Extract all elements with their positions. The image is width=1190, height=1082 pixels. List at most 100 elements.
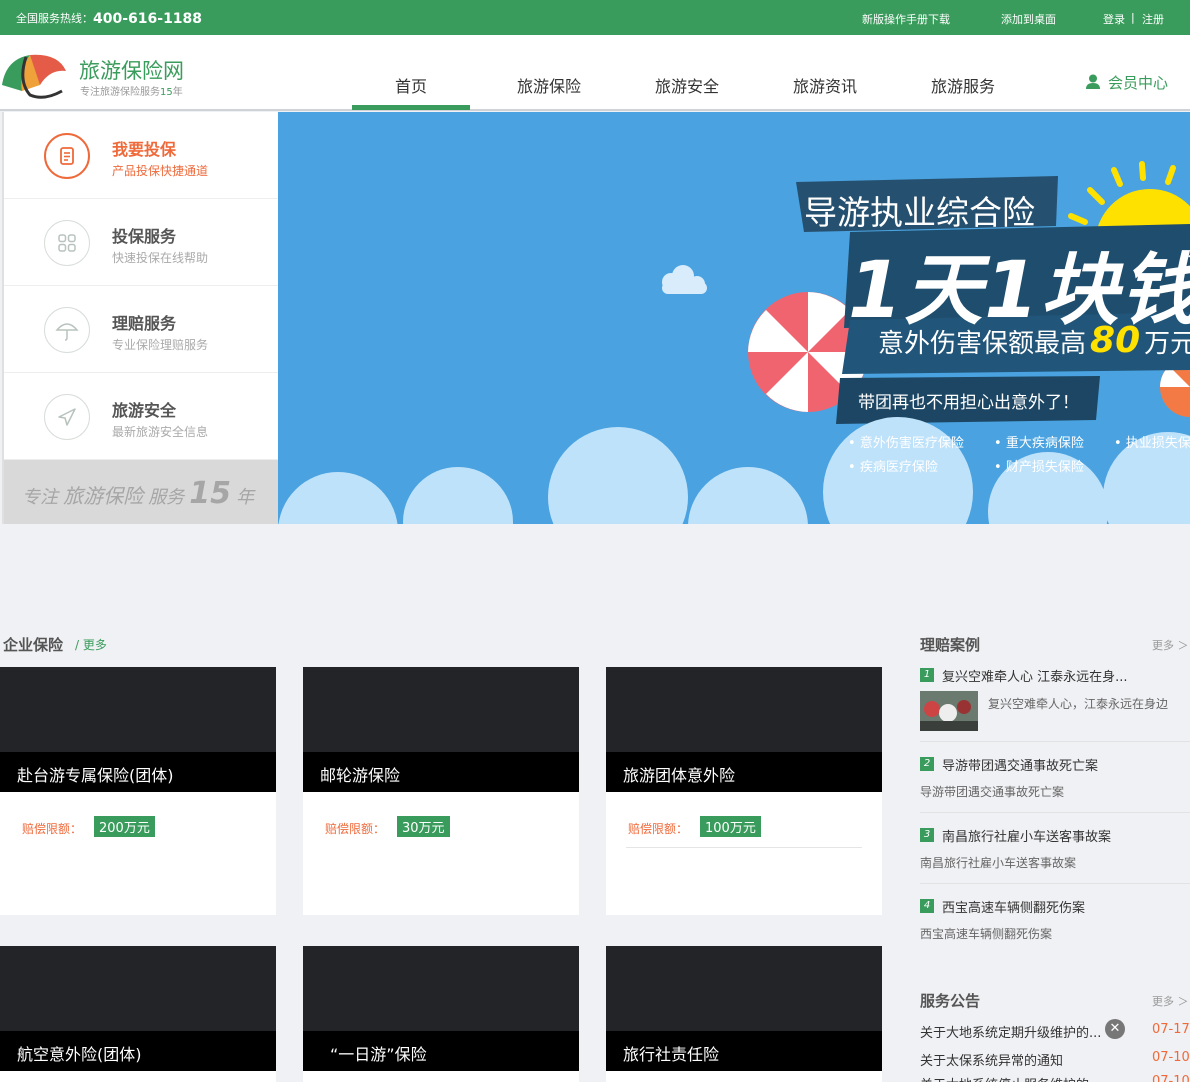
claim-case[interactable]: 3 南昌旅行社雇小车送客事故案 南昌旅行社雇小车送客事故案 <box>920 828 1190 884</box>
claim-desc: 复兴空难牵人心，江泰永远在身边 <box>988 697 1169 711</box>
nav-travel-safety[interactable]: 旅游安全 <box>655 73 719 97</box>
limit-value: 30万元 <box>397 816 450 837</box>
product-card[interactable]: 旅游团体意外险 赔偿限额： 100万元 <box>606 667 882 915</box>
slogan-part: 专注 <box>22 487 58 508</box>
hero-banner[interactable]: 导游执业综合险 1天1块钱 意外伤害保额最高 80 万元 带团再也不用担心出意外了！… <box>278 112 1190 524</box>
claim-case[interactable]: 1 复兴空难牵人心 江泰永远在身... 复兴空难牵人心，江泰永远在身边 <box>920 668 1190 742</box>
notice-item[interactable]: 关于大地系统定期升级维护的... <box>920 1022 1101 1041</box>
banner-ribbon: 带团再也不用担心出意外了！ <box>858 393 1079 413</box>
claims-section-title: 理赔案例 <box>920 636 981 654</box>
notice-item[interactable]: 关于太保系统异常的通知 <box>920 1050 1063 1069</box>
slogan-part: 旅游保险 <box>63 484 144 508</box>
umbrella-icon <box>44 307 90 353</box>
logo-sub-suffix: 年 <box>172 87 183 98</box>
close-icon[interactable]: ✕ <box>1105 1019 1125 1039</box>
claim-title[interactable]: 西宝高速车辆侧翻死伤案 <box>942 897 1085 916</box>
product-card[interactable]: 赴台游专属保险(团体) 赔偿限额： 200万元 <box>0 667 276 915</box>
sidebar-item-travel-safety[interactable]: 旅游安全 最新旅游安全信息 <box>4 373 280 460</box>
claim-case[interactable]: 2 导游带团遇交通事故死亡案 导游带团遇交通事故死亡案 <box>920 757 1190 813</box>
claim-case[interactable]: 4 西宝高速车辆侧翻死伤案 西宝高速车辆侧翻死伤案 <box>920 899 1190 949</box>
claims-more-link[interactable]: 更多 ＞ <box>1152 637 1189 653</box>
product-name[interactable]: “一日游”保险 <box>303 1031 579 1071</box>
banner-coverage: 意外伤害保额最高 80 万元 <box>878 320 1190 361</box>
claim-number: 2 <box>920 757 934 771</box>
nav-home[interactable]: 首页 <box>395 73 427 97</box>
sidebar-item-title: 旅游安全 <box>112 401 177 420</box>
hotline-label: 全国服务热线： <box>16 12 93 25</box>
nav-travel-insurance[interactable]: 旅游保险 <box>517 73 581 97</box>
slogan-part: 年 <box>236 487 255 508</box>
sidebar-item-subtitle: 最新旅游安全信息 <box>112 425 209 439</box>
limit-value: 200万元 <box>94 816 155 837</box>
product-card[interactable]: 旅行社责任险 <box>606 946 882 1082</box>
banner-bullet-text: 重大疾病保险 <box>1005 436 1084 451</box>
claim-number: 1 <box>920 668 934 682</box>
notices-section-title: 服务公告 <box>920 992 981 1010</box>
document-icon <box>44 133 90 179</box>
nav-travel-service[interactable]: 旅游服务 <box>931 73 995 97</box>
notice-date: 07-17 <box>1152 1022 1190 1037</box>
product-name[interactable]: 旅行社责任险 <box>606 1031 882 1071</box>
banner-bullet-text: 财产损失保险 <box>1005 460 1084 475</box>
enterprise-more-link[interactable]: / 更多 <box>75 636 107 653</box>
logo-umbrella-icon[interactable] <box>0 47 70 101</box>
slogan-number: 15 <box>189 476 232 511</box>
logo-sub-number: 15 <box>160 87 173 98</box>
sidebar-item-insurance-service[interactable]: 投保服务 快速投保在线帮助 <box>4 199 280 286</box>
nav-travel-news[interactable]: 旅游资讯 <box>793 73 857 97</box>
banner-coverage-text: 意外伤害保额最高 <box>878 329 1087 359</box>
claim-desc: 导游带团遇交通事故死亡案 <box>920 785 1065 799</box>
banner-bullet-text: 执业损失保险 <box>1125 436 1190 451</box>
top-bar: 全国服务热线：400-616-1188 新版操作手册下载 添加到桌面 登录 | … <box>0 0 1190 35</box>
enterprise-section-title: 企业保险 <box>3 636 64 654</box>
hotline: 全国服务热线：400-616-1188 <box>16 10 203 27</box>
slogan-part: 服务 <box>148 487 185 508</box>
claim-desc: 西宝高速车辆侧翻死伤案 <box>920 927 1053 941</box>
plane-icon <box>44 394 90 440</box>
claim-divider <box>920 883 1190 884</box>
notice-date: 07-10 <box>1152 1050 1190 1065</box>
hotline-number: 400-616-1188 <box>93 11 203 27</box>
logo-subtitle: 专注旅游保险服务15年 <box>80 83 183 98</box>
notices-more-link[interactable]: 更多 ＞ <box>1152 993 1189 1009</box>
claim-thumbnail <box>920 691 978 731</box>
product-card[interactable]: “一日游”保险 <box>303 946 579 1082</box>
banner-bullet: • 重大疾病保险 <box>994 436 1084 451</box>
sidebar-item-subtitle: 快速投保在线帮助 <box>112 251 209 265</box>
notice-item[interactable]: 关于大地系统停止服务维护的... <box>920 1074 1101 1082</box>
product-card[interactable]: 航空意外险(团体) <box>0 946 276 1082</box>
product-name[interactable]: 赴台游专属保险(团体) <box>0 752 276 792</box>
claim-title[interactable]: 南昌旅行社雇小车送客事故案 <box>942 826 1111 845</box>
banner-bullet-text: 疾病医疗保险 <box>859 460 938 475</box>
banner-coverage-number: 80 <box>1090 320 1141 361</box>
product-card[interactable]: 邮轮游保险 赔偿限额： 30万元 <box>303 667 579 915</box>
register-link[interactable]: 注册 <box>1142 11 1164 27</box>
quick-sidebar: 我要投保 产品投保快捷通道 投保服务 快速投保在线帮助 理赔服务 专业保险理赔服… <box>2 112 280 524</box>
claim-title[interactable]: 复兴空难牵人心 江泰永远在身... <box>942 666 1128 685</box>
header: 旅游保险网 专注旅游保险服务15年 首页 旅游保险 旅游安全 旅游资讯 旅游服务… <box>0 35 1190 111</box>
sidebar-item-claims-service[interactable]: 理赔服务 专业保险理赔服务 <box>4 286 280 373</box>
sidebar-slogan: 专注 旅游保险 服务 15 年 <box>4 460 280 524</box>
logo-title: 旅游保险网 <box>79 59 184 83</box>
sidebar-item-title: 理赔服务 <box>112 314 177 333</box>
login-link[interactable]: 登录 <box>1103 11 1125 27</box>
claim-number: 4 <box>920 899 934 913</box>
sidebar-item-title: 我要投保 <box>112 140 177 159</box>
manual-download-link[interactable]: 新版操作手册下载 <box>862 11 950 27</box>
product-name[interactable]: 航空意外险(团体) <box>0 1031 276 1071</box>
add-to-desktop-link[interactable]: 添加到桌面 <box>1001 11 1056 27</box>
link-separator: | <box>1131 11 1135 24</box>
claim-divider <box>920 812 1190 813</box>
sidebar-item-buy-insurance[interactable]: 我要投保 产品投保快捷通道 <box>4 112 280 199</box>
banner-bullet: • 意外伤害医疗保险 <box>848 436 964 451</box>
cloud-icon <box>662 265 707 294</box>
member-center-link[interactable]: 会员中心 <box>1086 72 1168 93</box>
product-name[interactable]: 旅游团体意外险 <box>606 752 882 792</box>
notice-date: 07-10 <box>1152 1074 1190 1082</box>
claim-title[interactable]: 导游带团遇交通事故死亡案 <box>942 755 1098 774</box>
product-name[interactable]: 邮轮游保险 <box>303 752 579 792</box>
nav-active-indicator <box>352 105 470 110</box>
banner-bullet: • 疾病医疗保险 <box>848 460 938 475</box>
banner-bullet: • 执业损失保险 <box>1114 432 1190 451</box>
banner-bullet: • 财产损失保险 <box>994 460 1084 475</box>
